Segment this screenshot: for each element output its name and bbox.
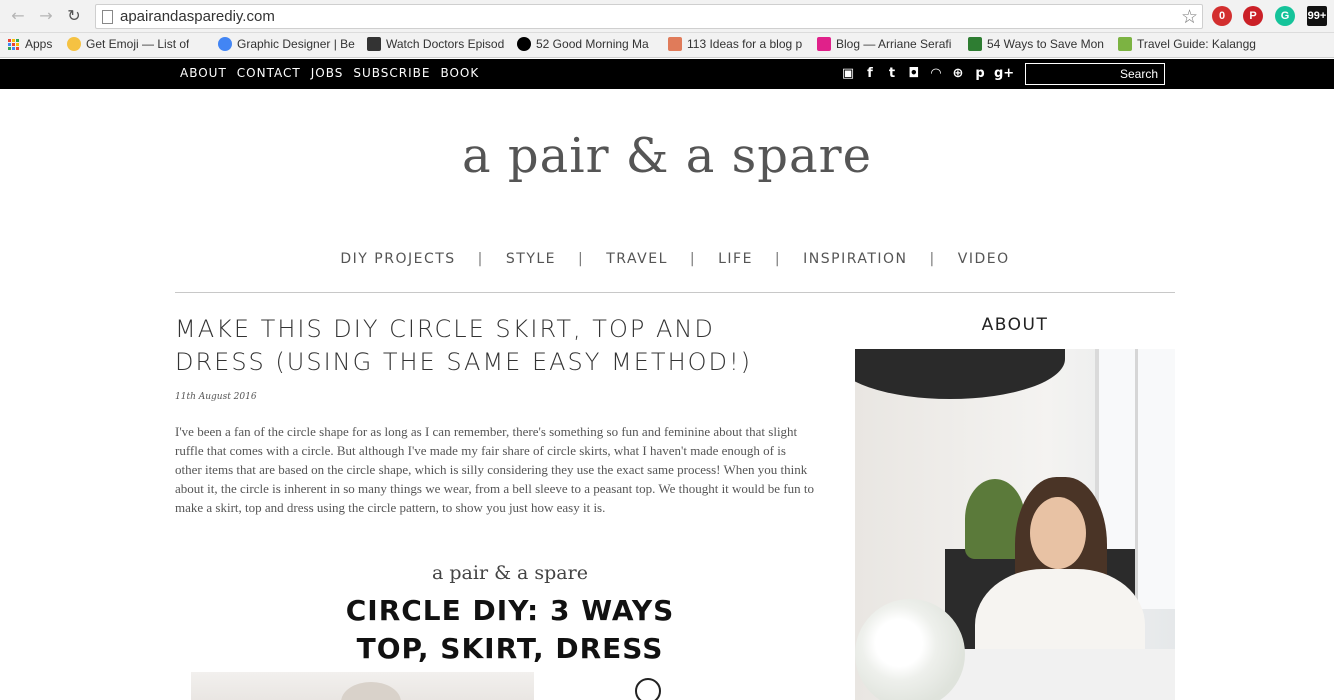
twitter-icon[interactable]: t (884, 66, 900, 82)
back-arrow-icon[interactable]: ← (8, 6, 28, 26)
bookmark-label: Travel Guide: Kalangg (1137, 37, 1256, 51)
bookmark-item[interactable]: Get Emoji — List of (67, 37, 207, 51)
bookmark-label: Graphic Designer | Be (237, 37, 355, 51)
bookmark-item[interactable]: Blog — Arriane Serafi (817, 37, 957, 51)
chrome-icon (218, 37, 232, 51)
instagram-icon[interactable]: ◘ (906, 66, 922, 82)
photo-flowers (855, 599, 965, 700)
bookmark-label: Apps (25, 37, 53, 51)
image-headline-line-1: CIRCLE DIY: 3 WAYS (345, 594, 675, 627)
site-title[interactable]: a pair & a spare (0, 128, 1334, 184)
apps-grid-icon (8, 38, 19, 50)
topnav-about[interactable]: ABOUT (180, 66, 227, 80)
tv-icon (367, 37, 381, 51)
globe-icon (1118, 37, 1132, 51)
google-plus-icon[interactable]: g+ (994, 66, 1014, 82)
post-title[interactable]: MAKE THIS DIY CIRCLE SKIRT, TOP AND DRES… (175, 313, 815, 379)
bookmark-item[interactable]: 54 Ways to Save Mon (968, 37, 1108, 51)
address-bar[interactable]: apairandasparediy.com ☆ (95, 4, 1203, 29)
bookmark-item[interactable]: 113 Ideas for a blog p (668, 37, 808, 51)
bloglovin-plus-icon[interactable]: ⊕ (950, 66, 966, 82)
circle-e-icon (517, 37, 531, 51)
nav-separator: | (774, 251, 782, 267)
sidebar-about-photo[interactable] (855, 349, 1175, 700)
header-divider (175, 292, 1175, 293)
bookmark-item[interactable]: Apps (8, 37, 62, 51)
emoji-icon (67, 37, 81, 51)
image-headline-line-2: TOP, SKIRT, DRESS (356, 632, 664, 665)
bloglovin-icon[interactable]: 99+ (1307, 6, 1327, 26)
nav-separator: | (689, 251, 697, 267)
bookmark-item[interactable]: Travel Guide: Kalangg (1118, 37, 1258, 51)
nav-separator: | (578, 251, 585, 267)
topnav-subscribe[interactable]: SUBSCRIBE (353, 66, 430, 80)
topnav-contact[interactable]: CONTACT (237, 66, 301, 80)
top-nav: ABOUT CONTACT JOBS SUBSCRIBE BOOK (180, 66, 479, 80)
forward-arrow-icon[interactable]: → (36, 6, 56, 26)
bookmark-label: Blog — Arriane Serafi (836, 37, 952, 51)
reload-icon[interactable]: ↻ (64, 6, 84, 26)
grammarly-icon[interactable]: G (1275, 6, 1295, 26)
mainnav-diy-projects[interactable]: DIY PROJECTS (334, 251, 461, 267)
image-photo (191, 672, 534, 700)
image-headline: CIRCLE DIY: 3 WAYS TOP, SKIRT, DRESS (175, 592, 815, 668)
bookmark-label: 52 Good Morning Ma (536, 37, 649, 51)
rss-icon[interactable]: ◠ (928, 66, 944, 82)
social-icons: ▣ f t ◘ ◠ ⊕ p g+ (840, 66, 1014, 82)
post-body: I've been a fan of the circle shape for … (175, 424, 815, 515)
adblock-icon[interactable]: 0 (1212, 6, 1232, 26)
photo-person-face (1030, 497, 1086, 569)
search-input[interactable]: Search (1025, 63, 1165, 85)
bookmark-star-icon[interactable]: ☆ (1181, 6, 1198, 28)
mainnav-inspiration[interactable]: INSPIRATION (797, 251, 913, 267)
bookmark-label: 113 Ideas for a blog p (687, 37, 803, 51)
dollar-icon (968, 37, 982, 51)
stripes-icon (817, 37, 831, 51)
mainnav-video[interactable]: VIDEO (952, 251, 1016, 267)
mainnav-style[interactable]: STYLE (500, 251, 562, 267)
pinterest-icon[interactable]: P (1243, 6, 1263, 26)
main-nav: DIY PROJECTS | STYLE | TRAVEL | LIFE | INSPIRATI… (175, 251, 1175, 267)
nav-separator: | (929, 251, 936, 267)
bookmark-label: Get Emoji — List of (86, 37, 190, 51)
bookmark-label: 54 Ways to Save Mon (987, 37, 1104, 51)
image-brand-text: a pair & a spare (432, 562, 588, 584)
pinterest-icon[interactable]: p (972, 66, 988, 82)
bookmark-item[interactable]: Watch Doctors Episod (367, 37, 507, 51)
bookmarks-bar: Apps Get Emoji — List of Graphic Designer … (0, 33, 1334, 58)
photo-lamp (855, 349, 1065, 399)
circle-icon (635, 678, 661, 700)
page-icon (102, 10, 113, 24)
bookmark-item[interactable]: Graphic Designer | Be (218, 37, 358, 51)
mainnav-life[interactable]: LIFE (712, 251, 759, 267)
topnav-book[interactable]: BOOK (440, 66, 479, 80)
facebook-icon[interactable]: f (862, 66, 878, 82)
mainnav-travel[interactable]: TRAVEL (600, 251, 674, 267)
topnav-jobs[interactable]: JOBS (311, 66, 344, 80)
bookmark-label: Watch Doctors Episod (386, 37, 505, 51)
bars-icon (668, 37, 682, 51)
url-text[interactable]: apairandasparediy.com (120, 8, 275, 25)
sidebar-about-title: ABOUT (981, 315, 1049, 335)
youtube-icon[interactable]: ▣ (840, 66, 856, 82)
post-date: 11th August 2016 (175, 392, 257, 402)
post-feature-image[interactable]: a pair & a spare CIRCLE DIY: 3 WAYS TOP,… (175, 548, 815, 700)
bookmark-item[interactable]: 52 Good Morning Ma (517, 37, 657, 51)
nav-separator: | (477, 251, 484, 267)
browser-toolbar: ← → ↻ apairandasparediy.com ☆ 0 P G 99+ (0, 0, 1334, 33)
